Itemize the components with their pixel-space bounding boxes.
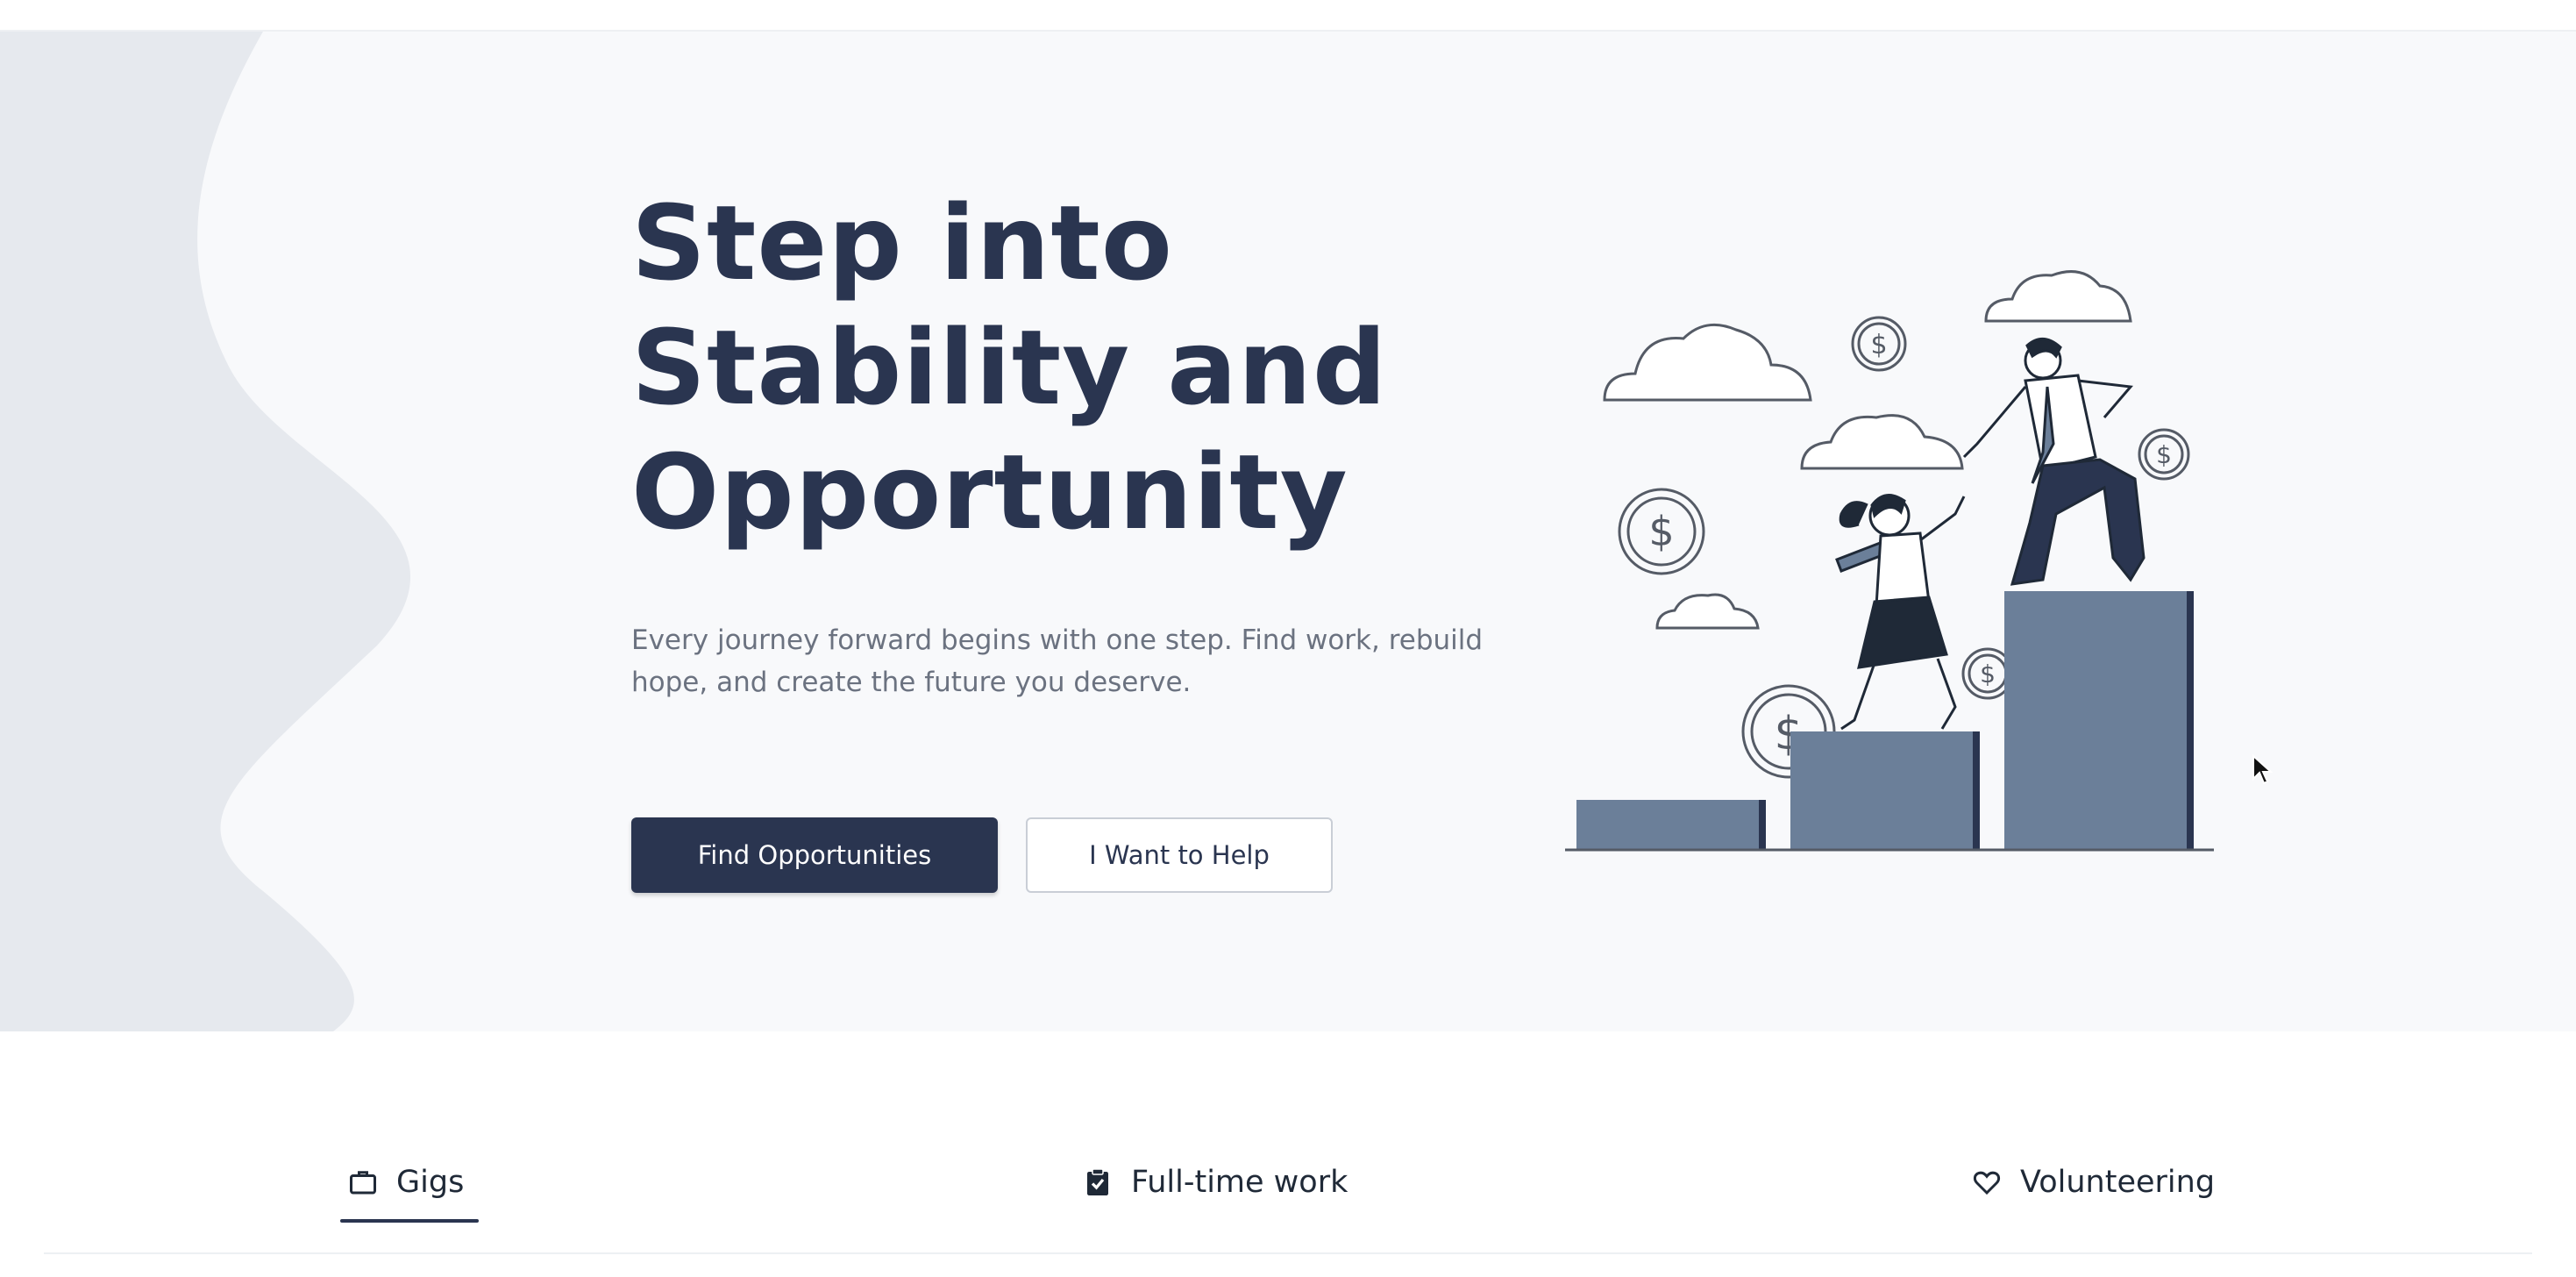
heart-icon xyxy=(1973,1171,2001,1195)
hero-subtitle-line: Every journey forward begins with one st… xyxy=(631,624,1484,656)
active-tab-indicator xyxy=(340,1219,479,1223)
cloud-icon xyxy=(1800,414,1964,470)
tab-label: Volunteering xyxy=(2020,1165,2216,1200)
coin-icon: $ xyxy=(1851,316,1907,372)
cloud-icon xyxy=(1984,270,2132,323)
tab-gigs[interactable]: Gigs xyxy=(347,1156,464,1209)
hero-title-line: Opportunity xyxy=(631,432,1348,553)
hero-subtitle: Every journey forward begins with one st… xyxy=(631,619,1543,703)
hero-subtitle-line: hope, and create the future you deserve. xyxy=(631,667,1192,698)
top-bar xyxy=(0,0,2576,32)
svg-text:$: $ xyxy=(1648,508,1674,555)
woman-figure xyxy=(1835,494,1966,731)
clipboard-check-icon xyxy=(1087,1168,1108,1195)
hero-title-line: Step into xyxy=(631,182,1173,303)
hero-title-line: Stability and xyxy=(631,307,1388,428)
cloud-icon xyxy=(1655,593,1760,630)
tab-full-time-work[interactable]: Full-time work xyxy=(1082,1156,1348,1209)
hero-section: Step into Stability and Opportunity Ever… xyxy=(0,32,2576,1031)
two-people-climbing-bar-steps-illustration: $ $ $ $ $ xyxy=(1565,270,2214,852)
mouse-cursor-icon xyxy=(2252,754,2273,785)
hero-title: Step into Stability and Opportunity xyxy=(631,181,1508,554)
briefcase-icon xyxy=(350,1171,376,1195)
tab-label: Full-time work xyxy=(1131,1165,1348,1200)
tab-volunteering[interactable]: Volunteering xyxy=(1971,1156,2215,1209)
find-opportunities-button[interactable]: Find Opportunities xyxy=(631,817,998,893)
man-figure xyxy=(1962,338,2145,586)
svg-text:$: $ xyxy=(1870,330,1887,360)
opportunity-tabs: Gigs Full-time work Volunteering xyxy=(0,1031,2576,1277)
tab-label: Gigs xyxy=(396,1165,465,1200)
tabs-divider xyxy=(44,1252,2532,1254)
svg-text:$: $ xyxy=(1980,660,1996,688)
coin-icon: $ xyxy=(1618,488,1705,575)
i-want-to-help-button[interactable]: I Want to Help xyxy=(1026,817,1333,893)
svg-text:$: $ xyxy=(2156,440,2172,469)
coin-icon: $ xyxy=(2138,428,2190,481)
cloud-icon xyxy=(1603,323,1812,402)
hero-wave-shape xyxy=(0,32,411,1031)
